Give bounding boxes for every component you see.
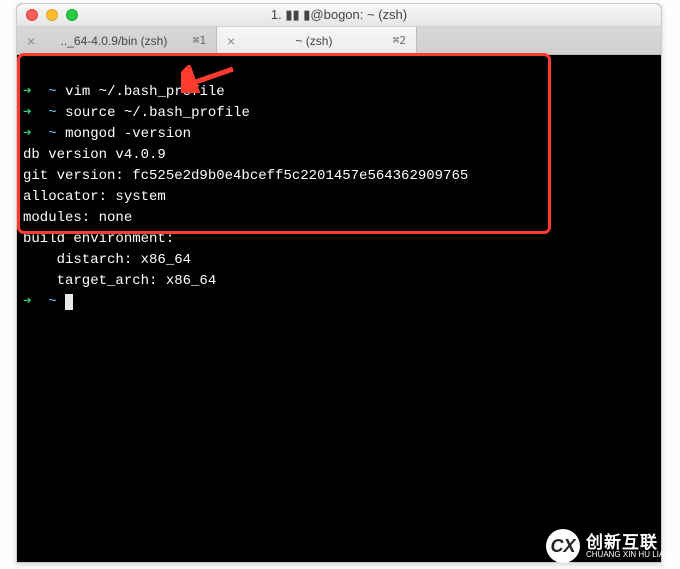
watermark-cn: 创新互联 bbox=[586, 534, 670, 551]
watermark: CX 创新互联 CHUANG XIN HU LIAN bbox=[546, 529, 670, 563]
command-text: source ~/.bash_profile bbox=[65, 105, 250, 121]
output-line: target_arch: x86_64 bbox=[23, 273, 216, 289]
prompt-path: ~ bbox=[48, 126, 56, 142]
command-text: mongod -version bbox=[65, 126, 191, 142]
tab-shortcut: ⌘2 bbox=[393, 34, 406, 47]
tab-title: ~ (zsh) bbox=[241, 34, 387, 48]
close-icon[interactable]: × bbox=[227, 34, 235, 48]
output-line: allocator: system bbox=[23, 189, 166, 205]
tab-bar: × .._64-4.0.9/bin (zsh) ⌘1 × ~ (zsh) ⌘2 bbox=[17, 27, 661, 55]
output-line: git version: fc525e2d9b0e4bceff5c2201457… bbox=[23, 168, 468, 184]
window-title: 1. ▮▮ ▮@bogon: ~ (zsh) bbox=[17, 7, 661, 23]
output-line: modules: none bbox=[23, 210, 132, 226]
tab-1[interactable]: × ~ (zsh) ⌘2 bbox=[217, 27, 417, 54]
tab-shortcut: ⌘1 bbox=[193, 34, 206, 47]
prompt-path: ~ bbox=[48, 84, 56, 100]
tab-title: .._64-4.0.9/bin (zsh) bbox=[41, 34, 187, 48]
prompt-arrow-icon: ➜ bbox=[23, 105, 31, 121]
prompt-line: ➜ ~ vim ~/.bash_profile bbox=[23, 84, 225, 100]
watermark-en: CHUANG XIN HU LIAN bbox=[586, 551, 670, 559]
prompt-arrow-icon: ➜ bbox=[23, 126, 31, 142]
output-line: distarch: x86_64 bbox=[23, 252, 191, 268]
prompt-arrow-icon: ➜ bbox=[23, 84, 31, 100]
terminal-window: 1. ▮▮ ▮@bogon: ~ (zsh) × .._64-4.0.9/bin… bbox=[16, 3, 662, 563]
command-text: vim ~/.bash_profile bbox=[65, 84, 225, 100]
prompt-line: ➜ ~ mongod -version bbox=[23, 126, 191, 142]
terminal-body[interactable]: ➜ ~ vim ~/.bash_profile ➜ ~ source ~/.ba… bbox=[17, 55, 661, 340]
output-line: db version v4.0.9 bbox=[23, 147, 166, 163]
tab-0[interactable]: × .._64-4.0.9/bin (zsh) ⌘1 bbox=[17, 27, 217, 54]
prompt-line: ➜ ~ bbox=[23, 294, 73, 310]
titlebar: 1. ▮▮ ▮@bogon: ~ (zsh) bbox=[17, 4, 661, 27]
close-icon[interactable]: × bbox=[27, 34, 35, 48]
watermark-logo-icon: CX bbox=[546, 529, 580, 563]
prompt-line: ➜ ~ source ~/.bash_profile bbox=[23, 105, 250, 121]
prompt-path: ~ bbox=[48, 105, 56, 121]
prompt-path: ~ bbox=[48, 294, 56, 310]
watermark-text: 创新互联 CHUANG XIN HU LIAN bbox=[586, 534, 670, 559]
cursor-icon bbox=[65, 294, 73, 310]
prompt-arrow-icon: ➜ bbox=[23, 294, 31, 310]
output-line: build environment: bbox=[23, 231, 174, 247]
